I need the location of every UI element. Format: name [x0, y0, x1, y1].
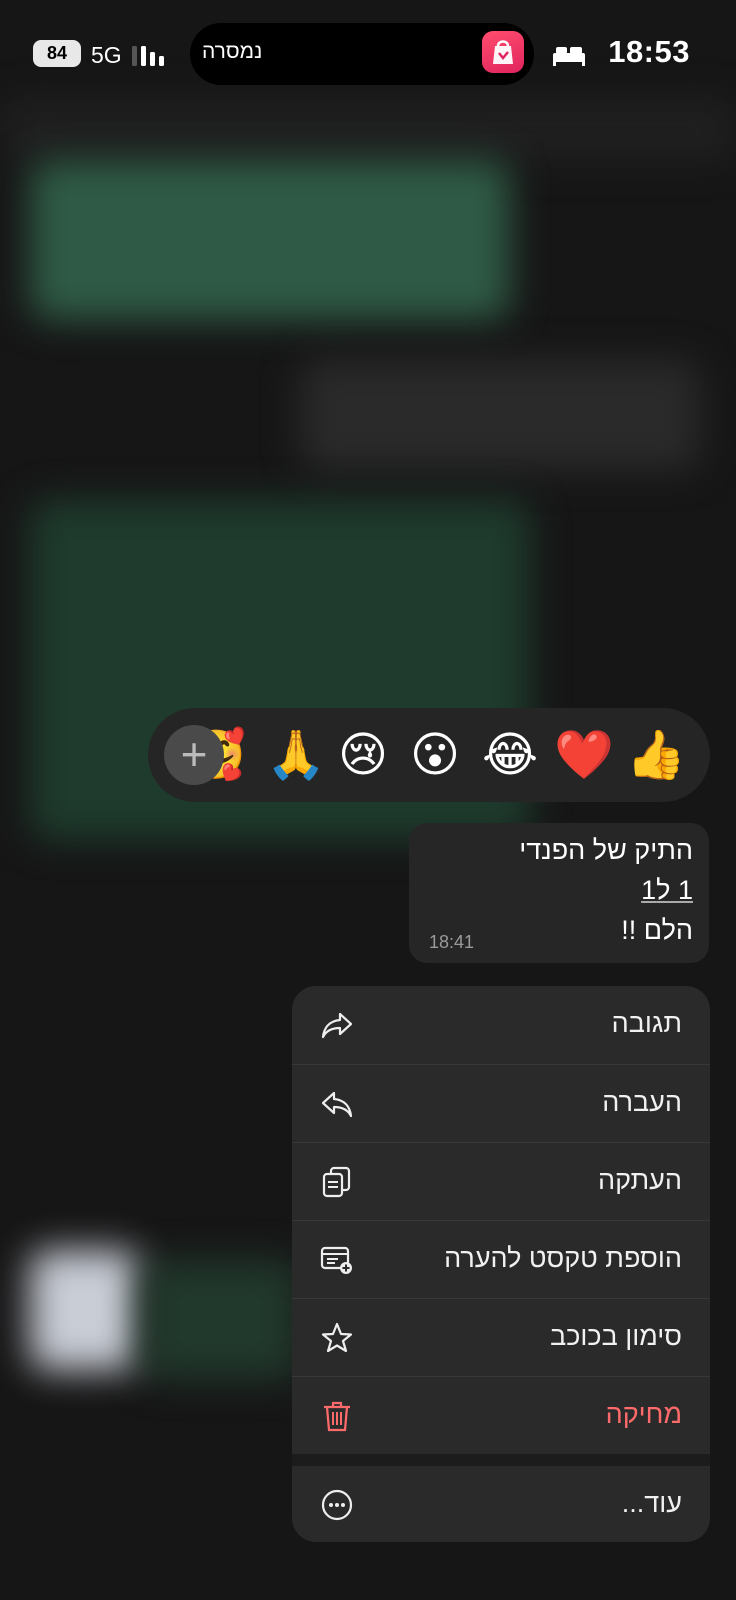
reaction-heart[interactable]: ❤️: [554, 725, 614, 785]
star-icon: [321, 1322, 353, 1353]
menu-item-label: העברה: [602, 1087, 682, 1117]
dynamic-island[interactable]: נמסרה: [190, 23, 534, 85]
menu-item-add-note[interactable]: הוספת טקסט להערה: [292, 1220, 710, 1298]
bed-icon: [553, 47, 585, 66]
menu-item-star[interactable]: סימון בכוכב: [292, 1298, 710, 1376]
reply-arrow-icon: [321, 1012, 353, 1039]
shopping-bag-icon: [482, 31, 524, 73]
network-type: 5G: [91, 42, 122, 68]
menu-item-label: עוד...: [621, 1488, 682, 1518]
add-reaction-button[interactable]: +: [164, 725, 224, 785]
more-icon: [321, 1489, 353, 1521]
message-timestamp: 18:41: [429, 932, 475, 952]
reaction-bar: 🥰 🙏 😢 😮 😂 ❤️ 👍 +: [148, 708, 710, 802]
menu-item-label: מחיקה: [605, 1399, 682, 1429]
battery-indicator: 84: [33, 40, 81, 67]
clock: 18:53: [608, 34, 690, 69]
menu-item-forward[interactable]: העברה: [292, 1064, 710, 1142]
message-line: התיק של הפנדי: [519, 835, 693, 865]
signal-icon: [132, 46, 164, 66]
menu-item-label: תגובה: [611, 1008, 682, 1038]
forward-arrow-icon: [321, 1091, 353, 1118]
reaction-cry[interactable]: 😢: [338, 725, 388, 785]
message-line: הלם !!: [621, 915, 693, 945]
menu-item-reply[interactable]: תגובה: [292, 986, 710, 1063]
trash-icon: [324, 1401, 350, 1432]
reaction-pray[interactable]: 🙏: [266, 725, 326, 785]
add-note-icon: [320, 1246, 352, 1274]
status-bar: 84 5G נמסרה 18:53: [0, 0, 736, 110]
message-bubble[interactable]: התיק של הפנדי 1 ל1 הלם !! 18:41: [409, 823, 709, 963]
message-line: 1 ל1: [641, 875, 693, 905]
delivery-status: נמסרה: [202, 40, 263, 63]
menu-divider: [292, 1454, 710, 1466]
reaction-thumbs-up[interactable]: 👍: [626, 725, 686, 785]
menu-item-label: הוספת טקסט להערה: [444, 1243, 682, 1273]
menu-item-more[interactable]: עוד...: [292, 1466, 710, 1542]
context-menu: תגובה העברה העתקה הוספת טקסט להערה סימון…: [292, 986, 710, 1542]
menu-item-label: סימון בכוכב: [550, 1321, 682, 1351]
menu-item-copy[interactable]: העתקה: [292, 1142, 710, 1220]
reaction-laugh[interactable]: 😂: [482, 725, 538, 785]
menu-item-label: העתקה: [598, 1165, 682, 1195]
menu-item-delete[interactable]: מחיקה: [292, 1376, 710, 1454]
reaction-wow[interactable]: 😮: [410, 725, 460, 785]
copy-icon: [322, 1166, 351, 1198]
